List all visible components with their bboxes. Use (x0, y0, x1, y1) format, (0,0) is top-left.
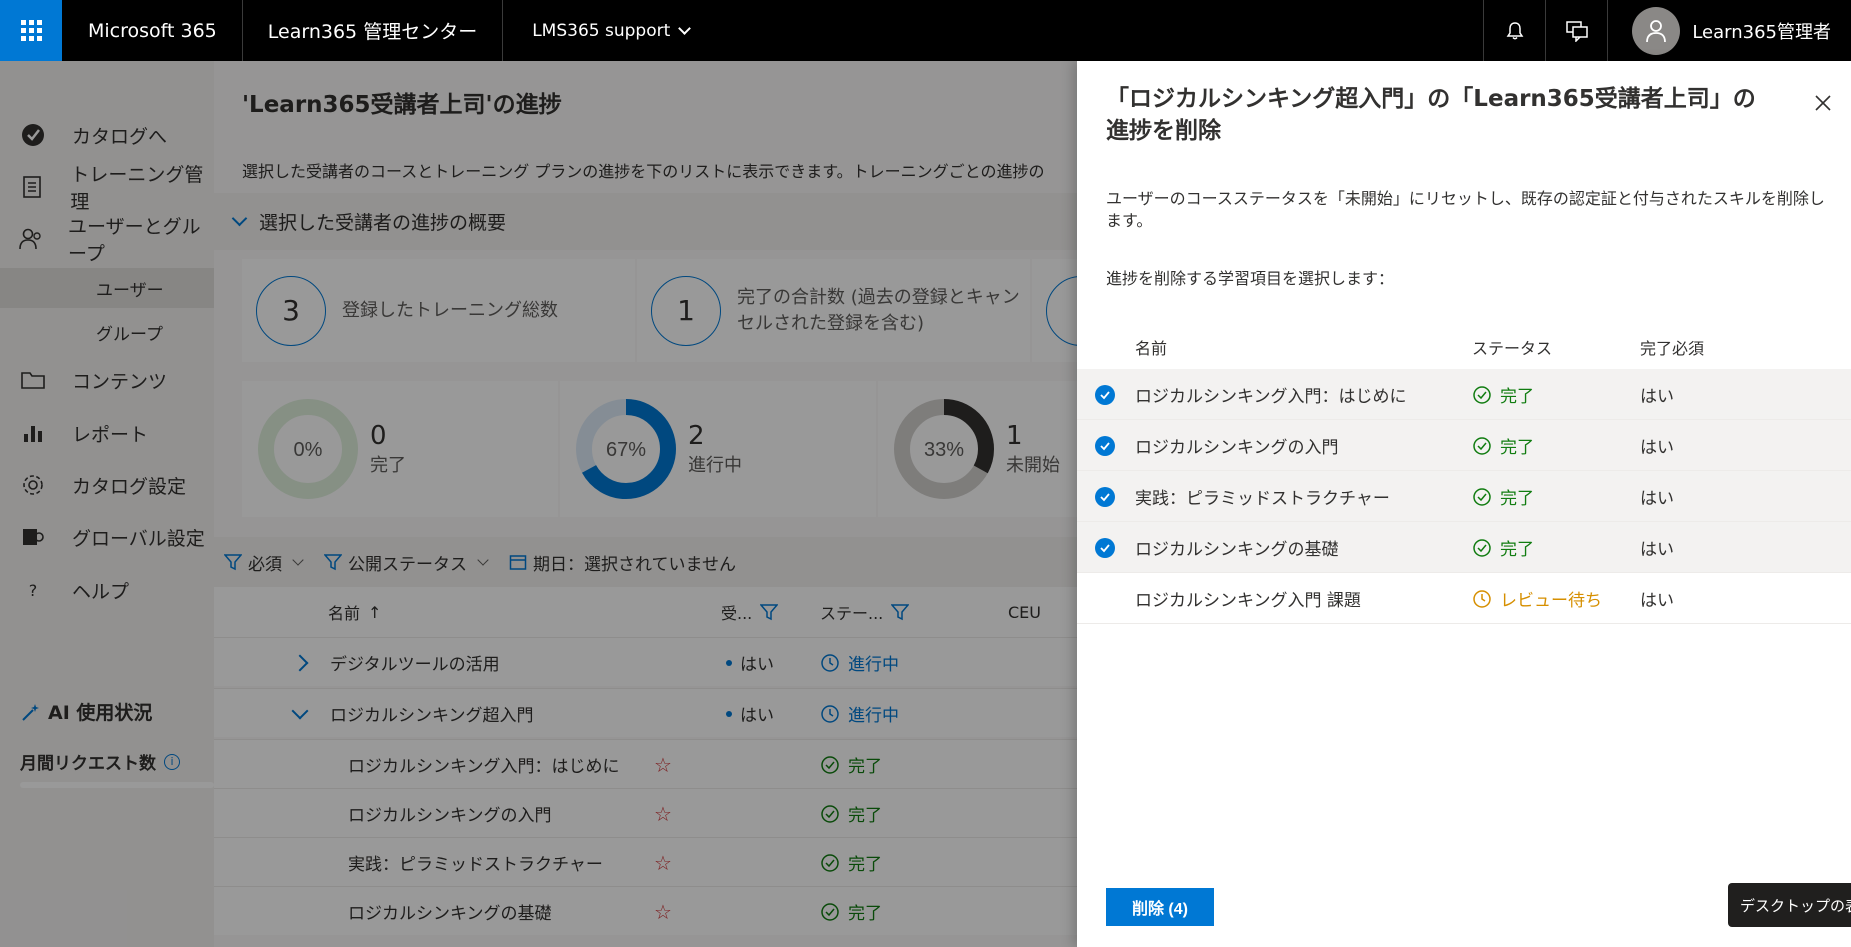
clock-icon (1473, 589, 1491, 608)
panel-description: ユーザーのコースステータスを「未開始」にリセットし、既存の認定証と付与されたスキ… (1106, 189, 1825, 230)
item-required: はい (1640, 591, 1674, 611)
check-circle-icon (1473, 385, 1491, 404)
panel-list-item[interactable]: ロジカルシンキング入門：はじめに 完了 はい (1077, 369, 1851, 420)
panel-list-item[interactable]: ロジカルシンキングの基礎 完了 はい (1077, 522, 1851, 573)
tenant-selector[interactable]: LMS365 support (503, 0, 718, 61)
app-launcher-button[interactable] (0, 0, 62, 61)
chevron-down-icon (678, 21, 692, 35)
item-status: 完了 (1500, 387, 1534, 407)
user-name: Learn365管理者 (1692, 21, 1831, 43)
item-status: レビュー待ち (1500, 591, 1602, 611)
close-button[interactable] (1812, 92, 1834, 114)
item-required: はい (1640, 489, 1674, 509)
brand-link[interactable]: Microsoft 365 (62, 0, 243, 61)
checkbox-checked-icon[interactable] (1095, 435, 1115, 456)
item-name: 実践：ピラミッドストラクチャー (1135, 489, 1390, 509)
checkbox-checked-icon[interactable] (1095, 537, 1115, 558)
item-name: ロジカルシンキングの基礎 (1135, 540, 1339, 560)
panel-list-item[interactable]: 実践：ピラミッドストラクチャー 完了 はい (1077, 471, 1851, 522)
panel-select-prompt: 進捗を削除する学習項目を選択します： (1106, 269, 1395, 288)
panel-column-required: 完了必須 (1640, 339, 1705, 358)
checkbox-checked-icon[interactable] (1095, 486, 1115, 507)
desktop-view-tooltip: デスクトップの表示 (1728, 883, 1851, 927)
item-required: はい (1640, 540, 1674, 560)
panel-table-header: 名前 ステータス 完了必須 (1077, 325, 1851, 369)
item-status: 完了 (1500, 438, 1534, 458)
delete-button[interactable]: 削除 (4) (1106, 888, 1214, 926)
check-circle-icon (1473, 487, 1491, 506)
item-status: 完了 (1500, 489, 1534, 509)
item-name: ロジカルシンキング入門：はじめに (1135, 387, 1407, 407)
modal-overlay[interactable] (0, 61, 1077, 947)
panel-list-item[interactable]: ロジカルシンキング入門 課題 レビュー待ち はい (1077, 573, 1851, 624)
panel-column-name: 名前 (1135, 339, 1168, 358)
user-menu[interactable]: Learn365管理者 (1607, 0, 1851, 61)
tenant-label: LMS365 support (532, 20, 671, 41)
close-icon (1815, 95, 1831, 111)
item-status: 完了 (1500, 540, 1534, 560)
panel-title: 「ロジカルシンキング超入門」の「Learn365受講者上司」の進捗を削除 (1106, 86, 1756, 144)
checkbox-checked-icon[interactable] (1095, 384, 1115, 405)
panel-column-status: ステータス (1472, 339, 1553, 358)
top-bar: Microsoft 365 Learn365 管理センター LMS365 sup… (0, 0, 1851, 61)
notifications-button[interactable] (1483, 0, 1545, 61)
item-required: はい (1640, 387, 1674, 407)
check-circle-icon (1473, 436, 1491, 455)
item-name: ロジカルシンキング入門 課題 (1135, 591, 1361, 611)
item-name: ロジカルシンキングの入門 (1135, 438, 1339, 458)
feedback-button[interactable] (1545, 0, 1607, 61)
item-required: はい (1640, 438, 1674, 458)
waffle-icon (20, 20, 42, 41)
admin-center-title[interactable]: Learn365 管理センター (243, 0, 504, 61)
delete-progress-panel: 「ロジカルシンキング超入門」の「Learn365受講者上司」の進捗を削除 ユーザ… (1077, 61, 1851, 947)
person-icon (1646, 19, 1667, 42)
avatar (1632, 6, 1681, 55)
check-circle-icon (1473, 538, 1491, 557)
panel-list-item[interactable]: ロジカルシンキングの入門 完了 はい (1077, 420, 1851, 471)
feedback-icon (1566, 20, 1588, 42)
bell-icon (1506, 21, 1524, 39)
